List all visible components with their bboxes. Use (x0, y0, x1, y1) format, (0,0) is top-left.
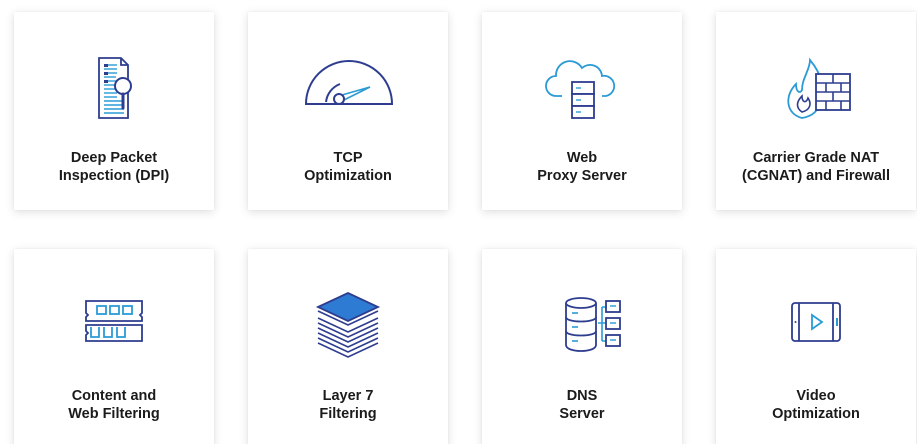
card-label-line: Inspection (DPI) (58, 168, 170, 184)
card-label-line: Proxy Server (537, 168, 627, 184)
card-label-line: Content and (71, 388, 157, 404)
card-label-line: Optimization (304, 168, 392, 184)
card-label-line: Carrier Grade NAT (752, 150, 880, 166)
card-label: Content and Web Filtering (14, 387, 214, 423)
card-label: Web Proxy Server (482, 149, 682, 185)
speed-gauge-icon (298, 52, 398, 124)
fire-wall-icon (766, 52, 866, 124)
cloud-server-icon (532, 52, 632, 124)
card-label-line: Optimization (772, 406, 860, 422)
layers-stack-icon (298, 289, 398, 361)
card-layer-7-filtering[interactable]: Layer 7 Filtering (248, 249, 448, 444)
card-tcp-optimization[interactable]: TCP Optimization (248, 12, 448, 210)
card-label-line: Filtering (319, 406, 377, 422)
card-label-line: Deep Packet (70, 150, 158, 166)
card-label-line: Video (796, 388, 836, 404)
card-dns-server[interactable]: DNS Server (482, 249, 682, 444)
feature-grid: Deep Packet Inspection (DPI) TCP Optimiz… (0, 0, 917, 444)
card-label: TCP Optimization (248, 149, 448, 185)
video-player-icon (766, 289, 866, 361)
card-label: Carrier Grade NAT (CGNAT) and Firewall (716, 149, 916, 185)
card-label: Layer 7 Filtering (248, 387, 448, 423)
card-label: Deep Packet Inspection (DPI) (14, 149, 214, 185)
card-label-line: Layer 7 (322, 388, 374, 404)
card-label-line: (CGNAT) and Firewall (742, 168, 890, 184)
card-label-line: TCP (333, 150, 363, 166)
card-label: DNS Server (482, 387, 682, 423)
card-cgnat-firewall[interactable]: Carrier Grade NAT (CGNAT) and Firewall (716, 12, 916, 210)
card-web-proxy-server[interactable]: Web Proxy Server (482, 12, 682, 210)
card-video-optimization[interactable]: Video Optimization (716, 249, 916, 444)
card-label-line: DNS (566, 388, 598, 404)
card-label-line: Server (559, 406, 605, 422)
document-magnifier-icon (64, 52, 164, 124)
card-deep-packet-inspection[interactable]: Deep Packet Inspection (DPI) (14, 12, 214, 210)
database-tree-icon (532, 289, 632, 361)
card-label-line: Web (566, 150, 598, 166)
card-content-web-filtering[interactable]: Content and Web Filtering (14, 249, 214, 444)
filter-card-icon (64, 289, 164, 361)
card-label-line: Web Filtering (68, 406, 160, 422)
card-label: Video Optimization (716, 387, 916, 423)
